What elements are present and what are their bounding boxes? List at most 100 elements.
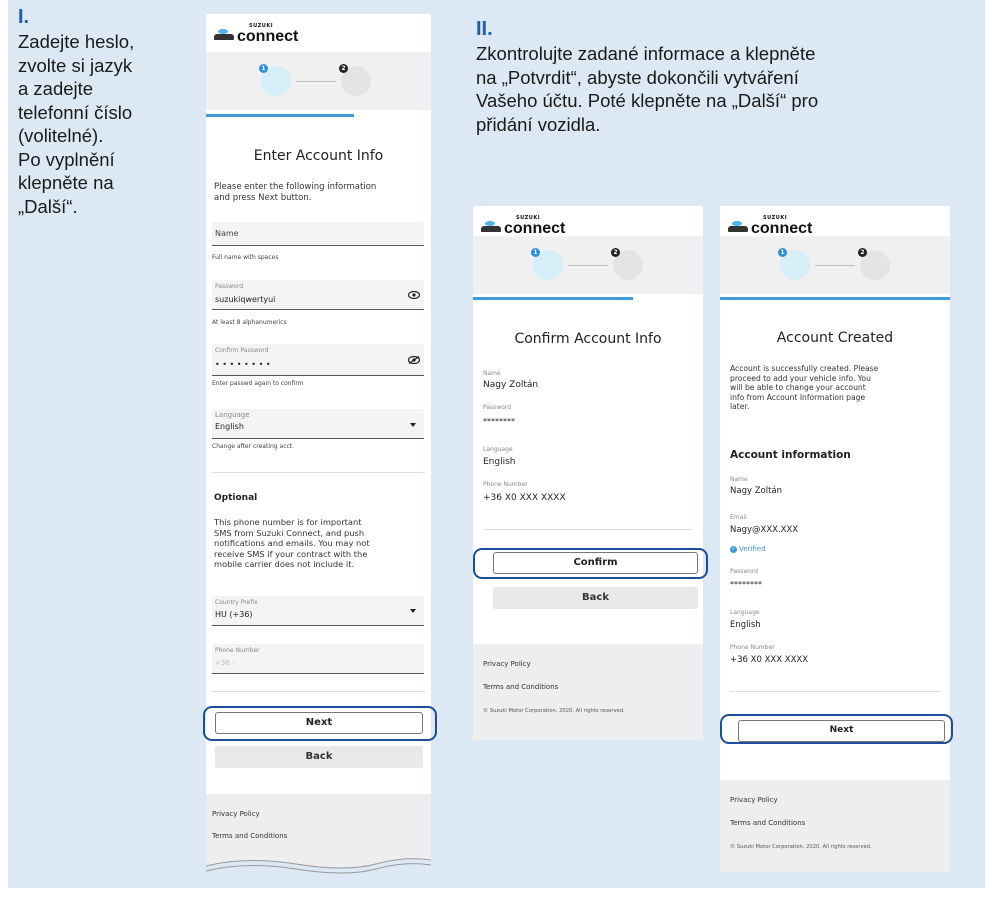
country-prefix-label: Country Prefix bbox=[215, 599, 258, 606]
chevron-down-icon bbox=[410, 423, 416, 427]
step-connector bbox=[815, 265, 855, 266]
divider bbox=[212, 691, 425, 692]
phone-number-label: Phone Number bbox=[730, 644, 775, 651]
optional-line: notifications and emails. You may not bbox=[214, 538, 370, 548]
hide-password-eye-icon[interactable] bbox=[408, 356, 420, 364]
privacy-policy-link[interactable]: Privacy Policy bbox=[212, 810, 260, 818]
confirm-password-value: • • • • • • • • bbox=[215, 360, 271, 369]
country-prefix-select[interactable]: Country Prefix HU (+36) bbox=[212, 596, 424, 626]
optional-line: SMS from Suzuki Connect, and push bbox=[214, 527, 365, 538]
intro-line: will be able to change your account bbox=[730, 383, 866, 392]
copyright: © Suzuki Motor Corporation, 2020. All ri… bbox=[730, 844, 872, 850]
privacy-policy-link[interactable]: Privacy Policy bbox=[730, 796, 778, 804]
intro-line: info from Account Information page bbox=[730, 392, 866, 402]
confirm-password-helper: Enter passwd again to confirm bbox=[212, 380, 304, 387]
confirm-button-highlight bbox=[473, 548, 708, 579]
password-value: ******** bbox=[483, 417, 515, 426]
progress-bar bbox=[206, 114, 354, 117]
country-prefix-value: HU (+36) bbox=[215, 610, 253, 619]
divider bbox=[483, 529, 693, 530]
step-badge-1: 1 bbox=[259, 64, 268, 73]
name-label: Name bbox=[483, 370, 501, 377]
name-placeholder: Name bbox=[215, 229, 239, 238]
email-value: Nagy@XXX.XXX bbox=[730, 525, 799, 535]
suzuki-connect-logo: SUZUKI connect bbox=[728, 216, 812, 237]
screen-account-created: SUZUKI connect 1 2 Account Created Accou… bbox=[720, 206, 950, 872]
privacy-policy-link[interactable]: Privacy Policy bbox=[483, 660, 531, 668]
step-2-line: na „Potvrdit“, abyste dokončili vytvářen… bbox=[476, 66, 799, 88]
verified-badge: ✓ Verified bbox=[730, 545, 766, 553]
step-indicator: 1 2 bbox=[473, 236, 703, 294]
phone-number-label: Phone Number bbox=[215, 647, 260, 654]
next-button-highlight bbox=[720, 714, 953, 744]
language-select[interactable]: Language English bbox=[212, 409, 424, 439]
next-button-highlight bbox=[203, 706, 437, 741]
step-1-line: a zadejte bbox=[18, 78, 94, 99]
logo-product: connect bbox=[751, 220, 813, 237]
name-field[interactable]: Name bbox=[212, 222, 424, 246]
password-label: Password bbox=[483, 404, 512, 411]
confirm-password-field[interactable]: Confirm Password • • • • • • • • bbox=[212, 344, 424, 376]
page-title: Account Created bbox=[776, 330, 894, 346]
torn-edge bbox=[206, 858, 431, 878]
copyright: © Suzuki Motor Corporation, 2020. All ri… bbox=[483, 708, 625, 714]
intro-text: Please enter the following information a… bbox=[214, 182, 376, 204]
chevron-down-icon bbox=[410, 609, 416, 613]
language-label: Language bbox=[215, 411, 250, 419]
step-badge-2: 2 bbox=[858, 248, 867, 257]
page-title: Confirm Account Info bbox=[514, 331, 662, 347]
car-logo-icon bbox=[214, 28, 234, 41]
phone-number-field[interactable]: Phone Number +36 - bbox=[212, 644, 424, 674]
step-2-line: Vašeho účtu. Poté klepněte na „Další“ pr… bbox=[476, 90, 819, 111]
back-button[interactable]: Back bbox=[215, 746, 423, 768]
step-2-line: přidání vozidla. bbox=[476, 113, 601, 135]
step-1-number: I. bbox=[18, 6, 30, 28]
step-indicator: 1 2 bbox=[206, 52, 431, 110]
footer: Privacy Policy Terms and Conditions © Su… bbox=[720, 780, 950, 872]
suzuki-connect-logo: SUZUKI connect bbox=[214, 24, 298, 45]
step-2-number: II. bbox=[476, 18, 493, 40]
step-2-text: Zkontrolujte zadané informace a klepněte… bbox=[476, 42, 818, 136]
intro-line: Please enter the following information bbox=[214, 182, 377, 192]
logo-product: connect bbox=[504, 220, 566, 237]
password-field[interactable]: Password suzukiqwertyui bbox=[212, 280, 424, 310]
password-value: suzukiqwertyui bbox=[215, 295, 276, 304]
language-value: English bbox=[730, 620, 761, 630]
verified-label: Verified bbox=[739, 545, 766, 553]
footer: Privacy Policy Terms and Conditions © Su… bbox=[473, 644, 703, 740]
step-1-line: telefonní číslo bbox=[18, 101, 133, 123]
password-helper: At least 8 alphanumerics bbox=[212, 319, 287, 326]
language-label: Language bbox=[483, 446, 513, 453]
car-logo-icon bbox=[728, 220, 748, 233]
language-value: English bbox=[215, 422, 244, 431]
step-badge-1: 1 bbox=[531, 248, 540, 257]
car-logo-icon bbox=[481, 220, 501, 233]
screen-confirm-account-info: SUZUKI connect 1 2 Confirm Account Info … bbox=[473, 206, 703, 740]
step-1-line: Po vyplnění bbox=[18, 148, 115, 170]
show-password-eye-icon[interactable] bbox=[408, 291, 420, 299]
password-value: ******** bbox=[730, 580, 762, 589]
step-1-line: (volitelné). bbox=[18, 125, 104, 146]
terms-link[interactable]: Terms and Conditions bbox=[483, 683, 558, 691]
back-button[interactable]: Back bbox=[493, 587, 698, 609]
page-title: Enter Account Info bbox=[253, 148, 384, 164]
confirm-password-label: Confirm Password bbox=[215, 347, 269, 354]
phone-number-value: +36 X0 XXX XXXX bbox=[730, 655, 809, 665]
step-connector bbox=[568, 265, 608, 266]
intro-line: and press Next button. bbox=[214, 193, 312, 203]
password-label: Password bbox=[730, 568, 759, 575]
step-badge-2: 2 bbox=[339, 64, 348, 73]
name-helper: Full name with spaces bbox=[212, 254, 279, 261]
terms-link[interactable]: Terms and Conditions bbox=[212, 832, 287, 840]
step-badge-1: 1 bbox=[778, 248, 787, 257]
intro-line: later. bbox=[730, 402, 750, 411]
step-indicator: 1 2 bbox=[720, 236, 950, 294]
terms-link[interactable]: Terms and Conditions bbox=[730, 819, 805, 827]
step-1-text: Zadejte heslo, zvolte si jazyk a zadejte… bbox=[18, 30, 134, 218]
email-label: Email bbox=[730, 514, 747, 521]
name-label: Name bbox=[730, 476, 748, 483]
section-title: Account information bbox=[730, 449, 851, 461]
suzuki-connect-logo: SUZUKI connect bbox=[481, 216, 565, 237]
name-value: Nagy Zoltán bbox=[483, 380, 539, 390]
phone-number-value: +36 X0 XXX XXXX bbox=[483, 493, 566, 503]
